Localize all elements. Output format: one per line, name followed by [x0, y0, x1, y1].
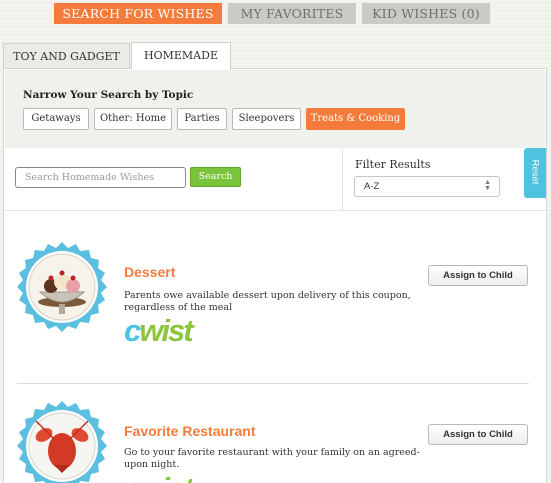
- search-button[interactable]: Search: [190, 167, 241, 187]
- filter-selected-value: A-Z: [364, 181, 380, 192]
- wish-description: Go to your favorite restaurant with your…: [124, 447, 420, 470]
- tab-toy-and-gadget[interactable]: TOY AND GADGET: [3, 43, 130, 68]
- tab-search-for-wishes[interactable]: SEARCH FOR WISHES: [54, 3, 222, 24]
- cwist-logo: cwist: [124, 473, 194, 483]
- wish-divider: [17, 383, 529, 384]
- tab-my-favorites[interactable]: MY FAVORITES: [228, 3, 356, 24]
- filter-results-label: Filter Results: [355, 158, 431, 171]
- topic-sleepovers[interactable]: Sleepovers: [232, 108, 301, 130]
- wish-card: Dessert Parents owe available dessert up…: [14, 240, 530, 360]
- wish-card: Favorite Restaurant Go to your favorite …: [14, 399, 530, 483]
- topic-treats-cooking[interactable]: Treats & Cooking: [306, 108, 405, 130]
- sundae-icon: [17, 242, 107, 332]
- topic-other-home[interactable]: Other: Home: [94, 108, 172, 130]
- reset-button[interactable]: Reset: [524, 148, 546, 198]
- narrow-search-title: Narrow Your Search by Topic: [23, 89, 194, 101]
- search-input[interactable]: Search Homemade Wishes: [15, 167, 186, 188]
- tab-kid-wishes[interactable]: KID WISHES (0): [362, 3, 490, 24]
- wish-title[interactable]: Dessert: [124, 264, 175, 280]
- lobster-icon: [17, 401, 107, 483]
- wish-description: Parents owe available dessert upon deliv…: [124, 290, 411, 313]
- cwist-logo: cwist: [124, 313, 194, 348]
- topic-getaways[interactable]: Getaways: [23, 108, 89, 130]
- topic-filter-box: Narrow Your Search by Topic Getaways Oth…: [5, 70, 545, 148]
- tab-homemade[interactable]: HOMEMADE: [131, 42, 231, 70]
- search-row: Search Homemade Wishes Search Filter Res…: [4, 149, 546, 211]
- assign-to-child-button[interactable]: Assign to Child: [428, 424, 528, 445]
- filter-results-select[interactable]: A-Z ▲ ▼: [354, 176, 500, 197]
- divider: [342, 149, 343, 211]
- reset-label: Reset: [529, 159, 541, 185]
- topic-parties[interactable]: Parties: [177, 108, 227, 130]
- wish-title[interactable]: Favorite Restaurant: [124, 423, 255, 439]
- assign-to-child-button[interactable]: Assign to Child: [428, 265, 528, 286]
- select-arrows-icon: ▲ ▼: [484, 179, 491, 192]
